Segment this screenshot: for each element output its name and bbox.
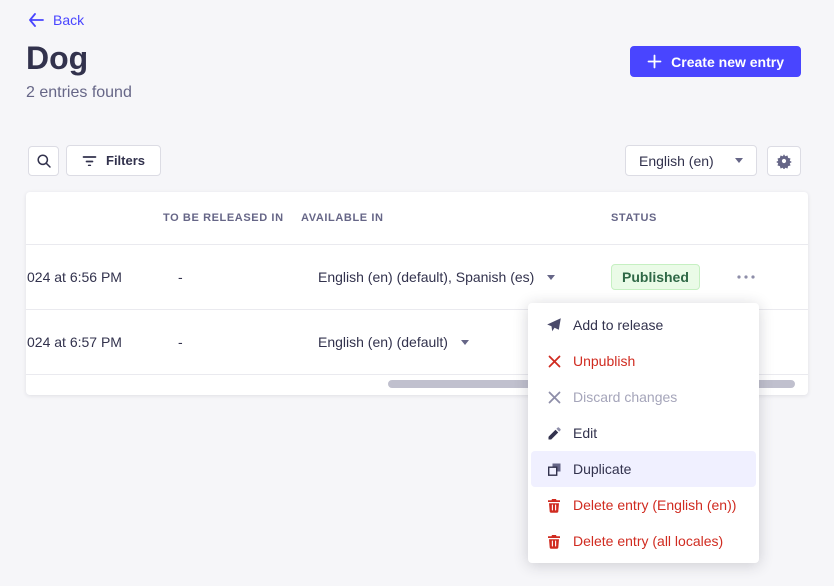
pencil-icon — [546, 425, 562, 441]
entries-count: 2 entries found — [26, 84, 132, 102]
menu-item-label: Duplicate — [573, 461, 631, 477]
gear-icon — [776, 153, 792, 169]
status-badge: Published — [611, 264, 700, 290]
menu-item-unpublish[interactable]: Unpublish — [531, 343, 756, 379]
menu-item-add-to-release[interactable]: Add to release — [531, 307, 756, 343]
paper-plane-icon — [546, 317, 562, 333]
menu-item-label: Unpublish — [573, 353, 635, 369]
search-icon — [36, 153, 52, 169]
search-button[interactable] — [28, 146, 59, 176]
locales-expand-icon[interactable] — [547, 275, 555, 280]
create-new-entry-label: Create new entry — [671, 54, 784, 70]
menu-item-duplicate[interactable]: Duplicate — [531, 451, 756, 487]
locales-expand-icon[interactable] — [461, 340, 469, 345]
menu-item-label: Delete entry (all locales) — [573, 533, 723, 549]
menu-item-discard-changes[interactable]: Discard changes — [531, 379, 756, 415]
updated-cell: 024 at 6:57 PM — [27, 334, 122, 350]
filters-button[interactable]: Filters — [66, 145, 161, 176]
menu-item-label: Edit — [573, 425, 597, 441]
to-be-released-cell: - — [178, 334, 183, 350]
menu-item-label: Discard changes — [573, 389, 677, 405]
trash-icon — [546, 533, 562, 549]
to-be-released-cell: - — [178, 269, 183, 285]
row-actions-button[interactable] — [729, 264, 763, 290]
available-in-value: English (en) (default), Spanish (es) — [318, 269, 534, 285]
back-arrow-icon — [28, 13, 44, 27]
create-new-entry-button[interactable]: Create new entry — [630, 46, 801, 77]
table-row[interactable]: 024 at 6:56 PM - English (en) (default),… — [26, 245, 808, 310]
column-header-to-be-released-in[interactable]: TO BE RELEASED IN — [163, 212, 284, 224]
available-in-cell: English (en) (default) — [318, 334, 469, 350]
cross-icon — [546, 353, 562, 369]
chevron-down-icon — [735, 158, 743, 163]
duplicate-icon — [546, 461, 562, 477]
back-link[interactable]: Back — [28, 12, 84, 28]
available-in-cell: English (en) (default), Spanish (es) — [318, 269, 555, 285]
table-header-row: TO BE RELEASED IN AVAILABLE IN STATUS — [26, 192, 808, 245]
trash-icon — [546, 497, 562, 513]
page-title: Dog — [26, 40, 88, 77]
filter-icon — [82, 155, 97, 166]
locale-selector[interactable]: English (en) — [625, 145, 757, 176]
settings-button[interactable] — [767, 146, 801, 176]
menu-item-delete-entry-locale[interactable]: Delete entry (English (en)) — [531, 487, 756, 523]
menu-item-label: Delete entry (English (en)) — [573, 497, 736, 513]
cross-icon — [546, 389, 562, 405]
available-in-value: English (en) (default) — [318, 334, 448, 350]
column-header-status[interactable]: STATUS — [611, 212, 657, 224]
content-manager-list-view: Back Dog 2 entries found Create new entr… — [0, 0, 834, 586]
column-header-available-in[interactable]: AVAILABLE IN — [301, 212, 384, 224]
menu-item-edit[interactable]: Edit — [531, 415, 756, 451]
updated-cell: 024 at 6:56 PM — [27, 269, 122, 285]
ellipsis-icon — [737, 275, 755, 279]
filters-label: Filters — [106, 153, 145, 168]
locale-selector-value: English (en) — [639, 153, 714, 169]
back-label: Back — [53, 12, 84, 28]
menu-item-label: Add to release — [573, 317, 663, 333]
plus-icon — [647, 54, 662, 69]
menu-item-delete-entry-all-locales[interactable]: Delete entry (all locales) — [531, 523, 756, 559]
row-actions-menu: Add to release Unpublish Discard changes… — [528, 303, 759, 563]
